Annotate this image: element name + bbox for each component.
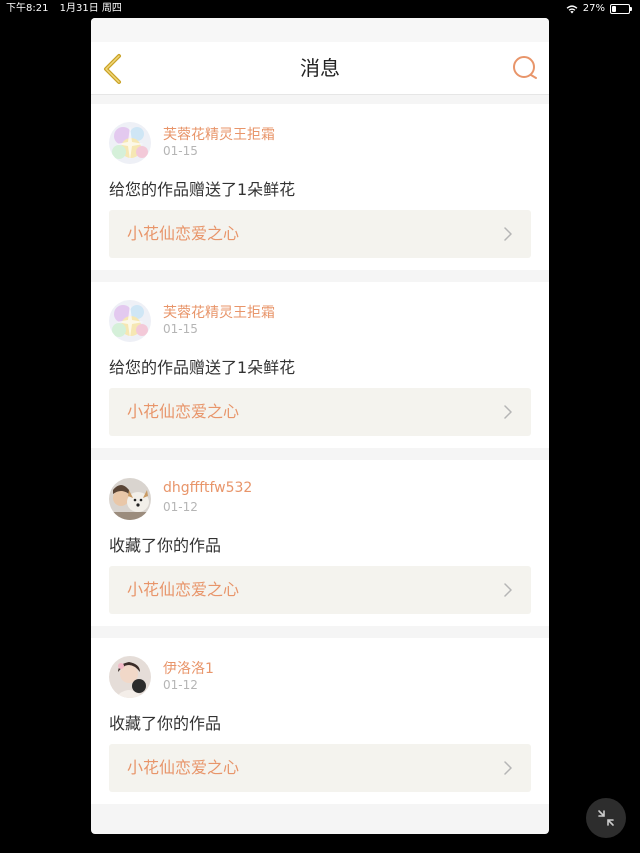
message-date: 01-12 <box>163 500 198 514</box>
battery-percent: 27% <box>582 3 605 14</box>
search-icon[interactable] <box>511 54 539 82</box>
message-card[interactable]: 伊洛洛1 01-12 收藏了你的作品小花仙恋爱之心 <box>91 638 549 804</box>
status-left: 下午8:21 1月31日 周四 <box>6 0 130 18</box>
username[interactable]: dhgffftfw532 <box>163 480 252 496</box>
message-card[interactable]: 芙蓉花精灵王拒霜 01-15 给您的作品赠送了1朵鲜花小花仙恋爱之心 <box>91 282 549 448</box>
flower-fairy-avatar <box>109 300 151 342</box>
avatar[interactable] <box>109 656 151 698</box>
nav-bar: 消息 <box>91 42 549 95</box>
battery-level <box>612 6 616 12</box>
username[interactable]: 芙蓉花精灵王拒霜 <box>163 124 275 144</box>
wifi-icon <box>566 5 578 14</box>
girl-photo-avatar <box>109 656 151 698</box>
work-title: 小花仙恋爱之心 <box>127 580 240 599</box>
page-title: 消息 <box>300 56 340 80</box>
status-bar: 下午8:21 1月31日 周四 27% <box>0 0 640 18</box>
avatar[interactable] <box>109 122 151 164</box>
message-date: 01-15 <box>163 144 198 158</box>
top-strip <box>91 18 549 42</box>
chevron-right-icon <box>504 405 512 419</box>
message-text: 给您的作品赠送了1朵鲜花 <box>109 358 296 377</box>
message-text: 收藏了你的作品 <box>109 536 222 555</box>
avatar[interactable] <box>109 300 151 342</box>
message-list: 芙蓉花精灵王拒霜 01-15 给您的作品赠送了1朵鲜花 小花仙恋爱之心 芙蓉花精灵王拒霜… <box>91 104 549 816</box>
message-date: 01-12 <box>163 678 198 692</box>
status-time: 下午8:21 <box>6 3 49 14</box>
collapse-button[interactable] <box>586 798 626 838</box>
battery-icon <box>610 4 632 14</box>
message-date: 01-15 <box>163 322 198 336</box>
work-title: 小花仙恋爱之心 <box>127 402 240 421</box>
app-window: 消息 芙蓉花精灵王拒霜 01-15 给您的作品赠送了1朵鲜花 小花仙恋爱之心 芙蓉花精灵… <box>91 18 549 834</box>
message-card[interactable]: dhgffftfw532 01-12 收藏了你的作品小花仙恋爱之心 <box>91 460 549 626</box>
dog-photo-avatar <box>109 478 151 520</box>
chevron-right-icon <box>504 227 512 241</box>
collapse-arrows-icon <box>598 810 614 826</box>
username[interactable]: 伊洛洛1 <box>163 658 214 678</box>
work-link[interactable]: 小花仙恋爱之心 <box>109 566 531 614</box>
status-date: 1月31日 周四 <box>59 3 122 14</box>
message-card[interactable]: 芙蓉花精灵王拒霜 01-15 给您的作品赠送了1朵鲜花小花仙恋爱之心 <box>91 104 549 270</box>
avatar[interactable] <box>109 478 151 520</box>
work-link[interactable]: 小花仙恋爱之心 <box>109 388 531 436</box>
work-title: 小花仙恋爱之心 <box>127 758 240 777</box>
status-right: 27% <box>566 0 632 18</box>
chevron-right-icon <box>504 761 512 775</box>
message-text: 收藏了你的作品 <box>109 714 222 733</box>
work-link[interactable]: 小花仙恋爱之心 <box>109 744 531 792</box>
work-link[interactable]: 小花仙恋爱之心 <box>109 210 531 258</box>
flower-fairy-avatar <box>109 122 151 164</box>
chevron-right-icon <box>504 583 512 597</box>
message-text: 给您的作品赠送了1朵鲜花 <box>109 180 296 199</box>
work-title: 小花仙恋爱之心 <box>127 224 240 243</box>
username[interactable]: 芙蓉花精灵王拒霜 <box>163 302 275 322</box>
